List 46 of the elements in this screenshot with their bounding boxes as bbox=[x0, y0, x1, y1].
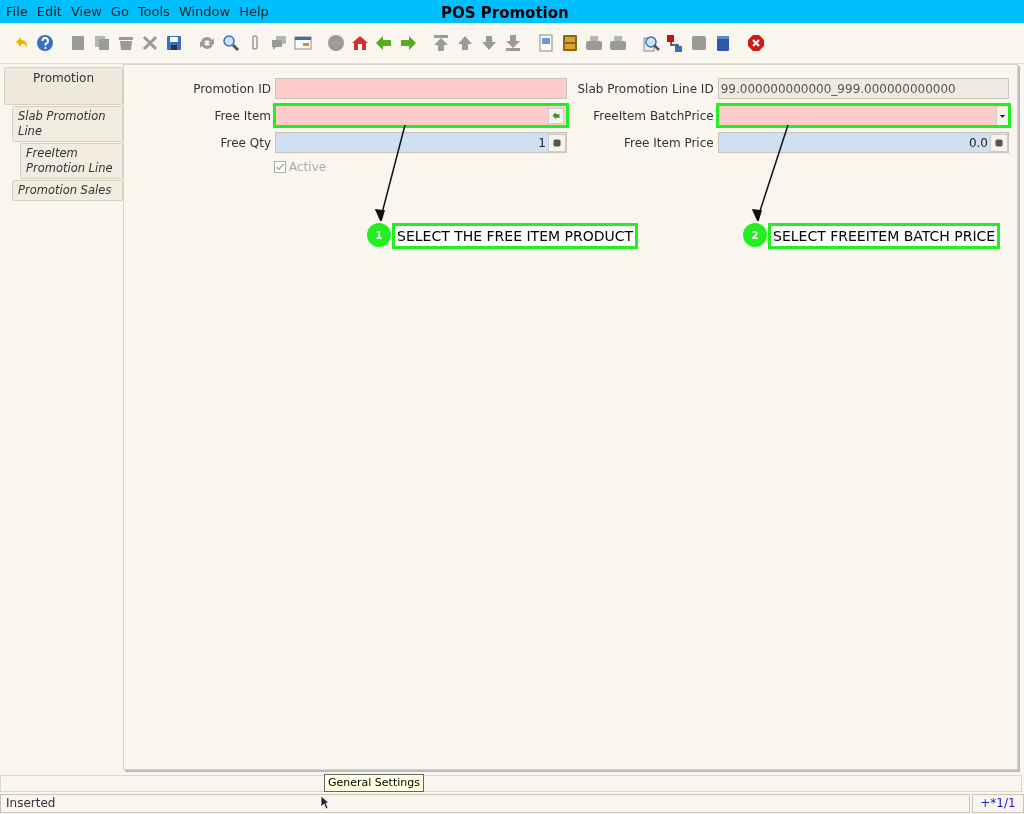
input-field[interactable] bbox=[275, 105, 567, 126]
field-label: Free Qty bbox=[219, 134, 272, 152]
callout-text: SELECT FREEITEM BATCH PRICE bbox=[768, 223, 1001, 249]
cabinet-icon[interactable] bbox=[561, 34, 579, 52]
input-field[interactable] bbox=[275, 78, 567, 99]
workflow-icon[interactable] bbox=[666, 34, 684, 52]
report-icon[interactable] bbox=[537, 34, 555, 52]
close-icon[interactable] bbox=[747, 34, 765, 52]
left-arrow-icon[interactable] bbox=[375, 34, 393, 52]
mouse-cursor-icon bbox=[320, 795, 330, 810]
status-message: Inserted bbox=[0, 794, 970, 813]
dropdown-caret-icon[interactable] bbox=[996, 106, 1008, 125]
side-tab[interactable]: Slab Promotion Line bbox=[12, 106, 123, 142]
input-field[interactable] bbox=[717, 105, 1009, 126]
side-tab[interactable]: FreeItem Promotion Line bbox=[20, 143, 123, 179]
side-tab[interactable]: Promotion bbox=[4, 67, 123, 105]
input-field[interactable]: 99.000000000000_999.000000000000 bbox=[717, 78, 1009, 99]
calculator-icon[interactable] bbox=[990, 133, 1008, 152]
help-icon[interactable] bbox=[36, 34, 54, 52]
input-field[interactable]: 1 bbox=[275, 132, 567, 153]
record-indicator: +*1/1 bbox=[972, 794, 1024, 813]
search-icon[interactable] bbox=[222, 34, 240, 52]
home-icon[interactable] bbox=[351, 34, 369, 52]
tooltip: General Settings bbox=[324, 774, 424, 792]
menu-item[interactable]: View bbox=[66, 1, 106, 22]
menu-item[interactable]: Go bbox=[106, 1, 133, 22]
checkbox-label: Active bbox=[289, 159, 327, 176]
cube-icon[interactable] bbox=[714, 34, 732, 52]
field-label: FreeItem BatchPrice bbox=[592, 107, 715, 125]
menu-item[interactable]: File bbox=[2, 1, 32, 22]
zoom-icon[interactable] bbox=[642, 34, 660, 52]
grid-icon[interactable] bbox=[294, 34, 312, 52]
menu-item[interactable]: Edit bbox=[32, 1, 66, 22]
calculator-icon[interactable] bbox=[548, 133, 566, 152]
callout-text: SELECT THE FREE ITEM PRODUCT bbox=[392, 223, 639, 249]
menu-item[interactable]: Tools bbox=[133, 1, 174, 22]
side-tab[interactable]: Promotion Sales bbox=[12, 180, 123, 201]
field-label: Free Item bbox=[213, 107, 272, 125]
menu-item[interactable]: Help bbox=[235, 1, 273, 22]
right-arrow-icon[interactable] bbox=[399, 34, 417, 52]
menu-item[interactable]: Window bbox=[174, 1, 235, 22]
field-label: Promotion ID bbox=[192, 80, 272, 98]
field-label: Free Item Price bbox=[622, 134, 715, 152]
field-label: Slab Promotion Line ID bbox=[576, 80, 715, 98]
window-title: POS Promotion bbox=[441, 3, 569, 24]
input-field[interactable]: 0.0 bbox=[717, 132, 1009, 153]
